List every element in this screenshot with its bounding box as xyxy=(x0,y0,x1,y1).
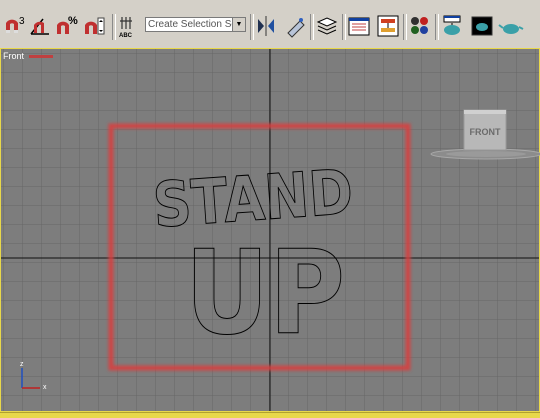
view-cube-label: FRONT xyxy=(470,127,501,137)
percent-label: % xyxy=(68,15,78,27)
align-button[interactable] xyxy=(282,13,308,39)
curve-editor-button[interactable] xyxy=(346,13,372,39)
named-selection-icon: ABC xyxy=(119,17,133,39)
snap-3d-icon: 3 xyxy=(6,16,25,33)
edit-named-selection-button[interactable]: ABC xyxy=(116,13,142,39)
main-toolbar: 3 % ABC Create Selection Set ▼ xyxy=(0,0,540,49)
render-setup-button[interactable] xyxy=(439,13,465,39)
angle-snap-button[interactable] xyxy=(28,13,54,39)
percent-snap-icon: % xyxy=(57,15,78,34)
viewport-canvas: STAND UP FRONT z x xyxy=(0,48,540,412)
angle-snap-icon xyxy=(30,18,49,35)
teapot-icon xyxy=(498,24,524,34)
percent-snap-button[interactable]: % xyxy=(55,13,81,39)
mirror-icon xyxy=(258,16,274,36)
abc-label: ABC xyxy=(119,33,133,39)
axis-x-label: x xyxy=(43,384,47,391)
align-icon xyxy=(287,18,305,38)
viewport-label-text: Front xyxy=(3,51,25,61)
layers-icon xyxy=(316,17,338,35)
render-setup-icon xyxy=(443,15,461,35)
chevron-down-icon[interactable]: ▼ xyxy=(232,18,245,31)
quick-render-button[interactable] xyxy=(498,13,524,39)
front-viewport[interactable]: STAND UP FRONT z x xyxy=(0,48,540,412)
snap-toggle-button[interactable]: 3 xyxy=(2,13,28,39)
rendered-frame-icon xyxy=(471,16,493,36)
axis-z-label: z xyxy=(20,361,24,368)
schematic-view-icon xyxy=(377,15,399,37)
material-editor-icon xyxy=(411,17,428,34)
snap-label: 3 xyxy=(19,16,25,27)
curve-editor-icon xyxy=(348,17,370,36)
viewport-label-underline xyxy=(28,55,53,59)
create-selection-set-dropdown[interactable]: Create Selection Set ▼ xyxy=(145,17,246,32)
mirror-button[interactable] xyxy=(254,13,280,39)
rendered-frame-window-button[interactable] xyxy=(469,13,495,39)
material-editor-button[interactable] xyxy=(407,13,433,39)
selection-set-text: Create Selection Set xyxy=(148,19,232,30)
text-line-up: UP xyxy=(185,226,345,361)
layer-manager-button[interactable] xyxy=(314,13,340,39)
viewport-label[interactable]: Front xyxy=(3,51,53,61)
spinner-snap-icon xyxy=(85,17,105,35)
schematic-view-button[interactable] xyxy=(375,13,401,39)
viewport-bottom-border xyxy=(0,412,540,418)
spinner-snap-button[interactable] xyxy=(83,13,109,39)
